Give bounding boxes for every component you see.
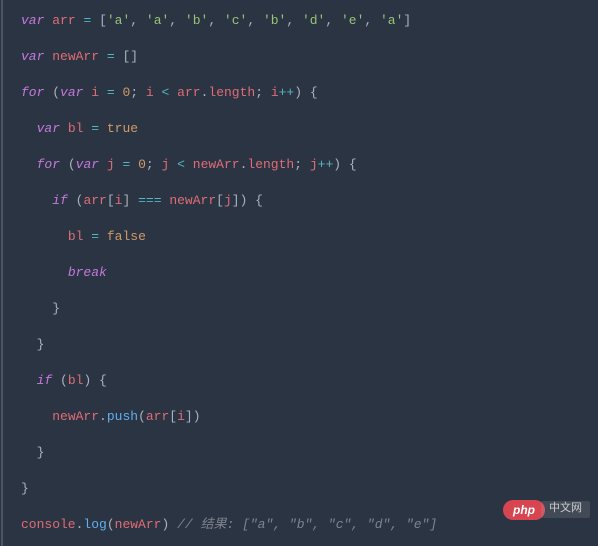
blank-line <box>21 210 598 228</box>
blank-line <box>21 354 598 372</box>
code-line: } <box>21 300 598 318</box>
blank-line <box>21 246 598 264</box>
blank-line <box>21 282 598 300</box>
code-line: bl = false <box>21 228 598 246</box>
code-line: if (arr[i] === newArr[j]) { <box>21 192 598 210</box>
blank-line <box>21 30 598 48</box>
code-line: } <box>21 480 598 498</box>
code-line: newArr.push(arr[i]) <box>21 408 598 426</box>
watermark-text: 中文网 <box>541 501 590 518</box>
php-badge-icon: php <box>503 500 545 520</box>
blank-line <box>21 102 598 120</box>
blank-line <box>21 426 598 444</box>
blank-line <box>21 462 598 480</box>
code-line: break <box>21 264 598 282</box>
code-line: var arr = ['a', 'a', 'b', 'c', 'b', 'd',… <box>21 12 598 30</box>
blank-line <box>21 318 598 336</box>
code-line: } <box>21 336 598 354</box>
code-line: for (var j = 0; j < newArr.length; j++) … <box>21 156 598 174</box>
code-editor: var arr = ['a', 'a', 'b', 'c', 'b', 'd',… <box>1 0 598 546</box>
code-line: if (bl) { <box>21 372 598 390</box>
blank-line <box>21 174 598 192</box>
code-line: var bl = true <box>21 120 598 138</box>
code-line: } <box>21 444 598 462</box>
blank-line <box>21 138 598 156</box>
watermark: php 中文网 <box>503 500 590 520</box>
blank-line <box>21 390 598 408</box>
code-line: for (var i = 0; i < arr.length; i++) { <box>21 84 598 102</box>
blank-line <box>21 66 598 84</box>
code-line: var newArr = [] <box>21 48 598 66</box>
